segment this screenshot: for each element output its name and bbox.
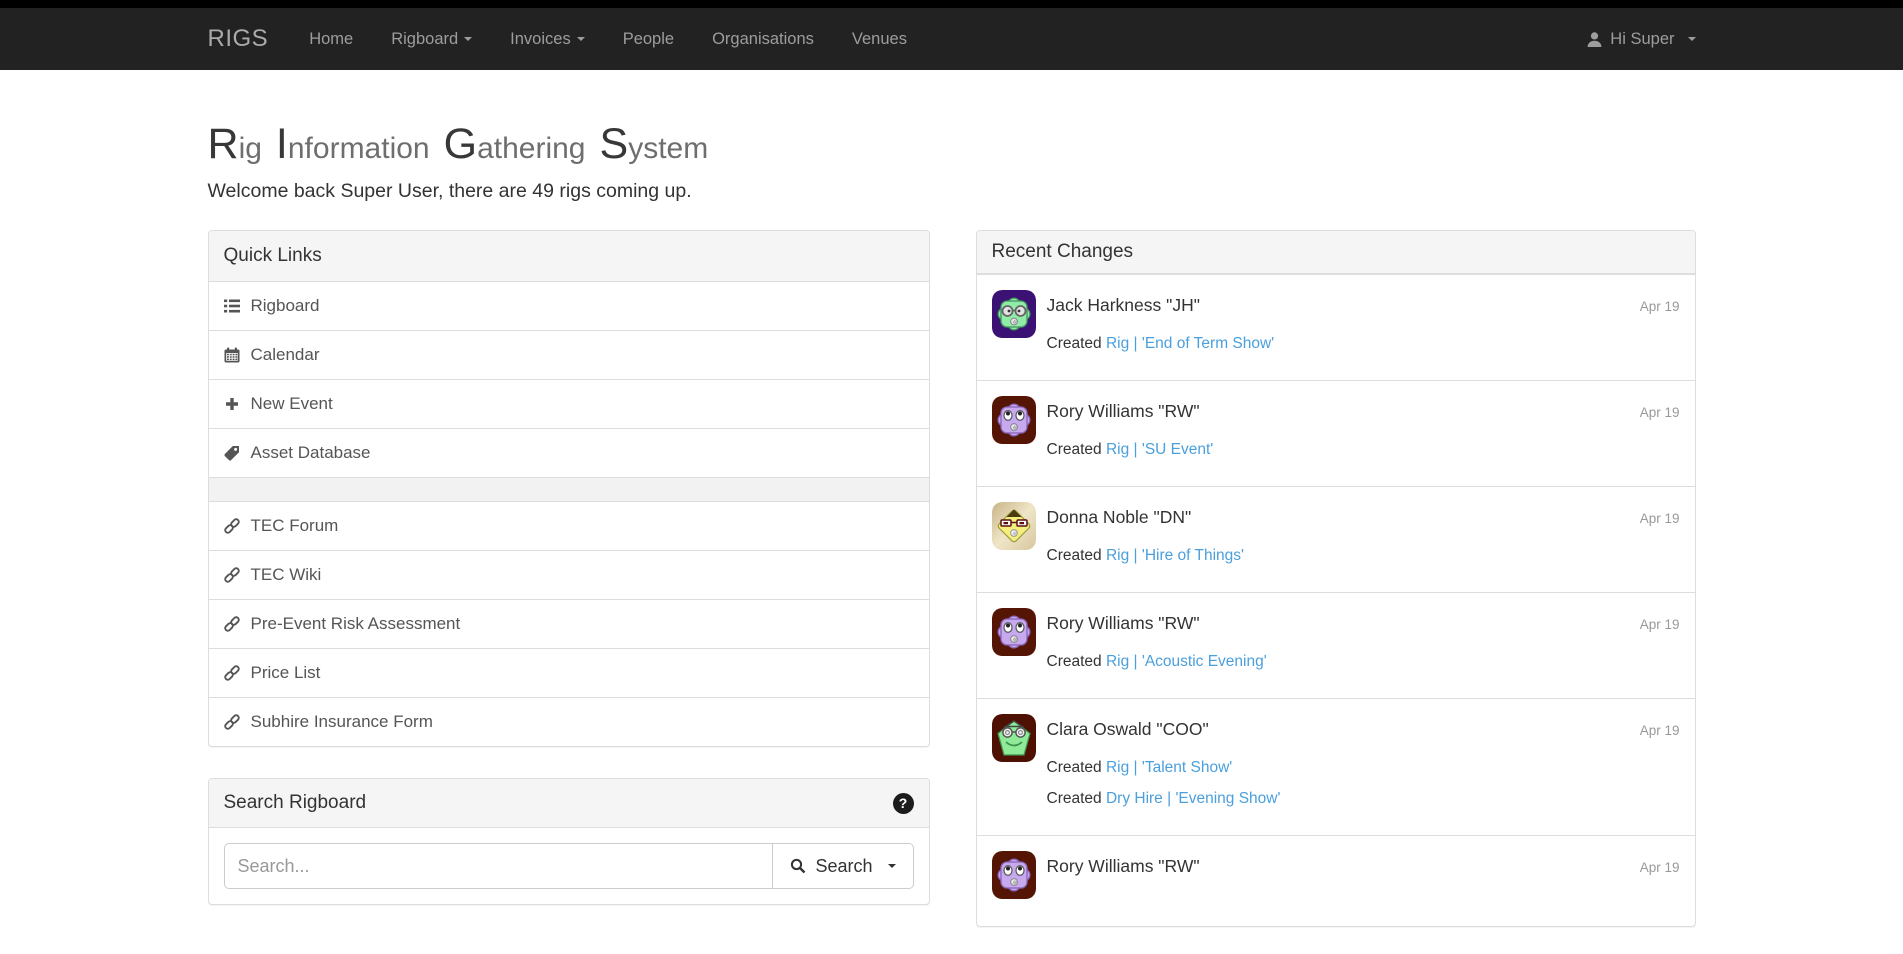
quick-link-tec-forum[interactable]: TEC Forum xyxy=(209,501,929,550)
change-link[interactable]: Rig | 'SU Event' xyxy=(1106,441,1213,458)
search-button[interactable]: Search xyxy=(772,843,913,889)
chevron-down-icon xyxy=(1688,37,1696,41)
change-date: Apr 19 xyxy=(1640,405,1680,420)
quick-link-calendar[interactable]: Calendar xyxy=(209,330,929,379)
person-name: Clara Oswald "COO" xyxy=(1047,719,1209,740)
plus-icon xyxy=(224,396,240,412)
top-strip xyxy=(0,0,1903,8)
change-link[interactable]: Rig | 'Hire of Things' xyxy=(1106,547,1244,564)
quick-link-tec-wiki[interactable]: TEC Wiki xyxy=(209,550,929,599)
change-item: Rory Williams "RW" Apr 19 Created Rig | … xyxy=(977,380,1695,486)
help-icon[interactable]: ? xyxy=(893,793,914,814)
search-icon xyxy=(790,858,806,874)
change-item: Rory Williams "RW" Apr 19 xyxy=(977,835,1695,926)
quick-link-subhire-insurance-form[interactable]: Subhire Insurance Form xyxy=(209,697,929,746)
quick-links-separator xyxy=(209,477,929,501)
change-link[interactable]: Rig | 'End of Term Show' xyxy=(1106,335,1274,352)
chevron-down-icon xyxy=(464,37,472,41)
quick-links-list: Rigboard Calendar New Event Asset Databa… xyxy=(209,282,929,746)
quick-link-pre-event-risk-assessment[interactable]: Pre-Event Risk Assessment xyxy=(209,599,929,648)
user-menu[interactable]: Hi Super xyxy=(1586,30,1695,49)
nav-item-rigboard[interactable]: Rigboard xyxy=(372,8,491,70)
quick-link-price-list[interactable]: Price List xyxy=(209,648,929,697)
change-date: Apr 19 xyxy=(1640,723,1680,738)
quick-link-asset-database[interactable]: Asset Database xyxy=(209,428,929,477)
change-link[interactable]: Dry Hire | 'Evening Show' xyxy=(1106,790,1280,807)
link-icon xyxy=(224,714,240,730)
tag-icon xyxy=(224,445,240,461)
calendar-icon xyxy=(224,347,240,363)
list-icon xyxy=(224,298,240,314)
brand-logo[interactable]: RIGS xyxy=(208,25,269,53)
change-link[interactable]: Rig | 'Talent Show' xyxy=(1106,759,1232,776)
recent-changes-panel: Recent Changes Jack Harkness "JH" Apr 19… xyxy=(976,230,1696,927)
nav-item-organisations[interactable]: Organisations xyxy=(693,8,833,70)
user-avatar xyxy=(992,290,1036,338)
nav-item-home[interactable]: Home xyxy=(290,8,372,70)
chevron-down-icon xyxy=(577,37,585,41)
nav-item-people[interactable]: People xyxy=(604,8,693,70)
change-item: Rory Williams "RW" Apr 19 Created Rig | … xyxy=(977,592,1695,698)
link-icon xyxy=(224,518,240,534)
person-name: Rory Williams "RW" xyxy=(1047,401,1200,422)
quick-link-rigboard[interactable]: Rigboard xyxy=(209,282,929,330)
change-item: Clara Oswald "COO" Apr 19 Created Rig | … xyxy=(977,698,1695,835)
nav-item-invoices[interactable]: Invoices xyxy=(491,8,604,70)
user-menu-label: Hi Super xyxy=(1610,30,1674,49)
nav-item-venues[interactable]: Venues xyxy=(833,8,926,70)
change-link[interactable]: Rig | 'Acoustic Evening' xyxy=(1106,653,1267,670)
user-avatar xyxy=(992,714,1036,762)
person-name: Donna Noble "DN" xyxy=(1047,507,1192,528)
user-avatar xyxy=(992,502,1036,550)
search-rigboard-panel: Search Rigboard ? Search xyxy=(208,778,930,905)
link-icon xyxy=(224,616,240,632)
welcome-message: Welcome back Super User, there are 49 ri… xyxy=(208,180,1696,203)
person-icon xyxy=(1586,31,1603,48)
recent-changes-title: Recent Changes xyxy=(977,231,1695,274)
quick-links-title: Quick Links xyxy=(209,231,929,282)
person-name: Jack Harkness "JH" xyxy=(1047,295,1200,316)
change-date: Apr 19 xyxy=(1640,860,1680,875)
person-name: Rory Williams "RW" xyxy=(1047,613,1200,634)
user-avatar xyxy=(992,608,1036,656)
person-name: Rory Williams "RW" xyxy=(1047,856,1200,877)
nav-items: Home Rigboard Invoices People Organisati… xyxy=(290,8,926,70)
change-date: Apr 19 xyxy=(1640,511,1680,526)
search-input[interactable] xyxy=(224,843,773,889)
search-panel-title: Search Rigboard xyxy=(224,792,367,814)
change-item: Donna Noble "DN" Apr 19 Created Rig | 'H… xyxy=(977,486,1695,592)
quick-links-panel: Quick Links Rigboard Calendar New Event xyxy=(208,230,930,747)
change-date: Apr 19 xyxy=(1640,299,1680,314)
quick-link-new-event[interactable]: New Event xyxy=(209,379,929,428)
navbar: RIGS Home Rigboard Invoices People Organ… xyxy=(0,8,1903,70)
link-icon xyxy=(224,665,240,681)
chevron-down-icon xyxy=(888,864,896,868)
user-avatar xyxy=(992,851,1036,899)
change-date: Apr 19 xyxy=(1640,617,1680,632)
change-item: Jack Harkness "JH" Apr 19 Created Rig | … xyxy=(977,274,1695,380)
page-title: RigInformationGatheringSystem xyxy=(208,123,1696,166)
user-avatar xyxy=(992,396,1036,444)
link-icon xyxy=(224,567,240,583)
